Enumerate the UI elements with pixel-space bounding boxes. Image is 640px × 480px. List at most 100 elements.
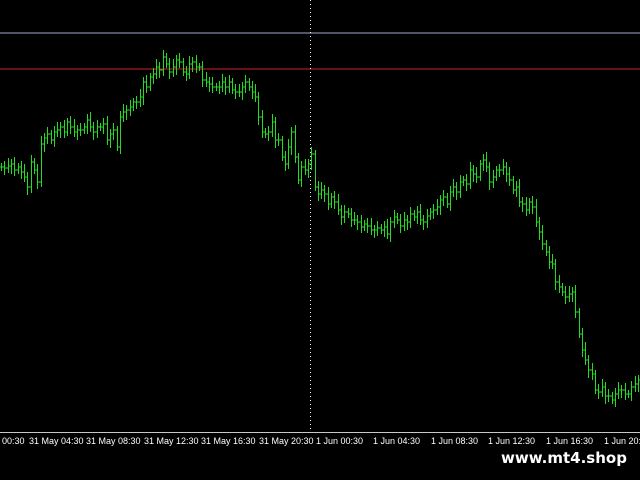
ohlc-bar	[181, 58, 186, 76]
price-chart[interactable]	[0, 0, 640, 432]
ohlc-bar	[91, 122, 96, 140]
ohlc-bar	[458, 175, 463, 198]
ohlc-bar	[421, 215, 426, 230]
ohlc-bar	[590, 363, 595, 380]
ohlc-bar	[230, 78, 235, 94]
ohlc-bar	[187, 56, 192, 79]
ohlc-bar	[474, 167, 479, 183]
watermark: www.mt4.shop	[497, 446, 631, 470]
ohlc-bar	[250, 81, 255, 99]
ohlc-bar	[553, 259, 558, 290]
ohlc-bar	[573, 285, 578, 318]
ohlc-bar	[402, 212, 407, 231]
ohlc-bar	[19, 161, 24, 179]
ohlc-bar	[445, 193, 450, 208]
ohlc-bar	[138, 89, 143, 107]
ohlc-bar	[200, 61, 205, 87]
ohlc-bar	[263, 128, 268, 138]
horizontal-levels	[0, 32, 640, 70]
ohlc-bar	[448, 186, 453, 211]
ohlc-bar	[82, 123, 87, 134]
ohlc-bar	[517, 179, 522, 207]
ohlc-bar	[342, 205, 347, 223]
ohlc-bar	[12, 157, 17, 176]
ohlc-bar	[336, 194, 341, 215]
time-tick-label: 1 Jun 12:30	[488, 436, 536, 446]
ohlc-bar	[606, 389, 611, 402]
ohlc-bar	[534, 199, 539, 227]
ohlc-bar	[177, 53, 182, 68]
ohlc-bar	[266, 126, 271, 141]
ohlc-bar	[441, 190, 446, 206]
ohlc-bar	[313, 150, 318, 191]
ohlc-bar	[415, 206, 420, 224]
ohlc-bar	[270, 114, 275, 137]
ohlc-bar	[375, 221, 380, 236]
ohlc-bar	[62, 120, 67, 138]
ohlc-bar	[88, 112, 93, 132]
ohlc-bar	[491, 170, 496, 188]
ohlc-bar	[227, 75, 232, 93]
ohlc-bar	[151, 68, 156, 84]
time-tick-label: 31 May 04:30	[29, 436, 84, 446]
ohlc-bar	[530, 196, 535, 214]
ohlc-bar	[190, 57, 195, 72]
ohlc-bar	[16, 163, 21, 174]
ohlc-bar	[438, 195, 443, 215]
ohlc-bar	[174, 55, 179, 75]
ohlc-bar	[464, 174, 469, 191]
ohlc-bar	[610, 392, 615, 404]
ohlc-bar	[586, 355, 591, 378]
ohlc-bar	[557, 275, 562, 293]
ohlc-bar	[461, 176, 466, 186]
ohlc-bar	[481, 154, 486, 171]
ohlc-bar	[141, 77, 146, 105]
ohlc-bar	[478, 160, 483, 181]
ohlc-bar	[454, 182, 459, 200]
ohlc-bar	[128, 100, 133, 116]
ohlc-bar	[260, 110, 265, 138]
ohlc-bar	[29, 155, 34, 193]
ohlc-bar	[540, 225, 545, 250]
ohlc-bar	[233, 84, 238, 99]
ohlc-bar	[332, 191, 337, 209]
ohlc-bar	[362, 220, 367, 231]
ohlc-bar	[326, 187, 331, 210]
ohlc-bar	[359, 215, 364, 233]
time-tick-label: 31 May 20:30	[259, 436, 314, 446]
ohlc-bar	[468, 162, 473, 189]
ohlc-bar	[95, 120, 100, 138]
ohlc-bar	[316, 181, 321, 201]
ohlc-bar	[25, 172, 30, 195]
ohlc-bar	[2, 161, 7, 175]
ohlc-bar	[164, 53, 169, 68]
ohlc-bar	[220, 74, 225, 92]
ohlc-bar	[504, 162, 509, 182]
ohlc-bar	[45, 127, 50, 144]
ohlc-bar	[527, 198, 532, 214]
ohlc-bar	[372, 225, 377, 238]
ohlc-bar	[32, 158, 37, 174]
ohlc-bar	[352, 212, 357, 225]
time-tick-label: 1 Jun 08:30	[431, 436, 479, 446]
time-tick-label: 1 Jun 04:30	[373, 436, 421, 446]
chart-svg[interactable]	[0, 0, 640, 432]
ohlc-bar	[583, 342, 588, 365]
time-tick-label: 1 Jun 00:30	[316, 436, 364, 446]
ohlc-bar	[121, 104, 126, 122]
ohlc-bar	[157, 62, 162, 78]
ohlc-bar	[613, 388, 618, 407]
ohlc-bar	[171, 59, 176, 77]
ohlc-bar	[623, 383, 628, 400]
ohlc-bar	[388, 217, 393, 242]
ohlc-bar	[494, 166, 499, 181]
ohlc-bar	[276, 133, 281, 146]
ohlc-bar	[497, 164, 502, 177]
time-tick-label: 31 May 16:30	[201, 436, 256, 446]
ohlc-bar	[537, 217, 542, 240]
ohlc-bar	[75, 125, 80, 140]
ohlc-bar	[550, 254, 555, 269]
time-tick-label: 1 Jun 20:3	[604, 436, 640, 446]
ohlc-bar	[322, 185, 327, 202]
ohlc-bar	[487, 162, 492, 190]
